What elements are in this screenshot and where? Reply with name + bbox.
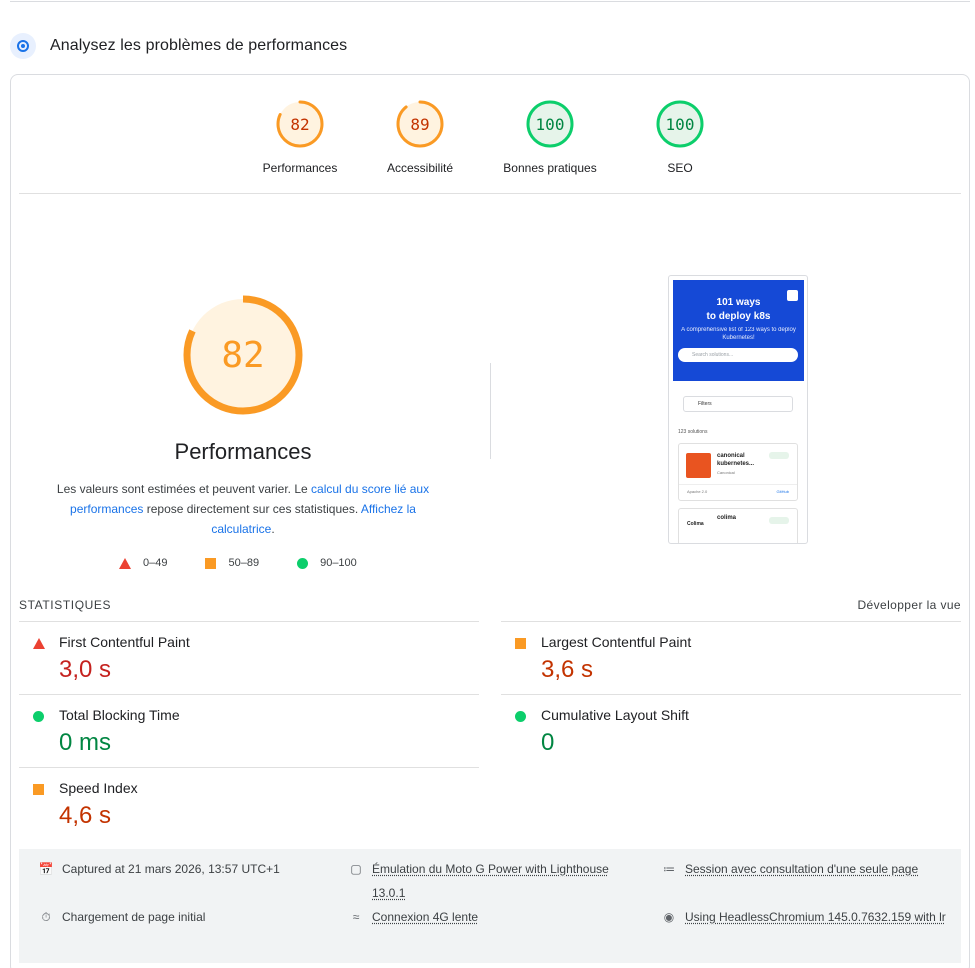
triangle-icon: [119, 557, 131, 569]
square-icon: [33, 784, 44, 795]
metric-value: 4,6 s: [59, 802, 112, 829]
section-header: Analysez les problèmes de performances: [10, 32, 347, 60]
gauge-accessibility[interactable]: 89 Accessibilité: [380, 99, 460, 175]
colima-logo-icon: Colima: [687, 521, 704, 527]
screenshot-title: 101 ways to deploy k8s: [673, 296, 804, 324]
desc-text: Les valeurs sont estimées et peuvent var…: [56, 482, 312, 496]
metric-name: Total Blocking Time: [59, 707, 180, 723]
screenshot-badge: [769, 452, 789, 459]
env-emulation[interactable]: ▢ Émulation du Moto G Power with Lightho…: [349, 857, 629, 905]
score-description: Les valeurs sont estimées et peuvent var…: [43, 479, 443, 539]
metric-fcp: First Contentful Paint 3,0 s: [19, 621, 479, 694]
env-network-text: Connexion 4G lente: [372, 910, 479, 924]
square-icon: [515, 638, 526, 649]
metric-name: First Contentful Paint: [59, 634, 190, 650]
env-browser-text: Using HeadlessChromium 145.0.7632.159 wi…: [685, 910, 946, 924]
square-icon: [205, 557, 217, 569]
lighthouse-report-card: 82 Performances 89 Accessibilité 100 Bon…: [10, 74, 970, 968]
screenshot-card-link: GitHub: [776, 489, 789, 494]
section-title: Analysez les problèmes de performances: [50, 37, 348, 54]
env-emulation-text: Émulation du Moto G Power with Lighthous…: [372, 862, 609, 900]
desc-text: repose directement sur ces statistiques.: [143, 502, 361, 516]
screenshot-card: colima Colima: [678, 508, 798, 543]
screenshot-title-line: to deploy k8s: [706, 311, 771, 322]
gauge-score: 82: [290, 114, 310, 134]
gauge-label: Accessibilité: [386, 161, 454, 175]
metric-value: 3,0 s: [59, 656, 112, 683]
legend-label: 0–49: [143, 557, 168, 569]
gauges-divider: [19, 193, 961, 194]
env-captured: 📅 Captured at 21 mars 2026, 13:57 UTC+1: [39, 857, 339, 881]
screenshot-hero: 101 ways to deploy k8s A comprehensive li…: [673, 280, 804, 381]
gauge-label: SEO: [667, 161, 693, 175]
desc-text: .: [271, 522, 275, 536]
gauge-label: Performances: [262, 161, 338, 175]
circle-icon: [515, 711, 526, 722]
score-legend: 0–49 50–89 90–100: [119, 557, 395, 569]
triangle-icon: [33, 638, 45, 649]
screenshot-card-divider: [679, 484, 797, 485]
metric-tbt: Total Blocking Time 0 ms: [19, 694, 479, 767]
screenshot-title-line: 101 ways: [716, 297, 761, 308]
gauge-score: 89: [410, 114, 430, 134]
final-screenshot[interactable]: 101 ways to deploy k8s A comprehensive li…: [668, 275, 808, 544]
env-captured-text: Captured at 21 mars 2026, 13:57 UTC+1: [62, 862, 280, 876]
expand-view-toggle[interactable]: Développer la vue: [857, 598, 961, 612]
screenshot-subtitle: A comprehensive list of 123 ways to depl…: [681, 327, 796, 341]
metric-name: Largest Contentful Paint: [541, 634, 692, 650]
chrome-icon: ◉: [663, 910, 675, 924]
devices-icon: ▢: [350, 862, 362, 876]
metric-cls: Cumulative Layout Shift 0: [501, 694, 961, 767]
gauge-score: 100: [535, 114, 565, 134]
screenshot-badge: [769, 517, 789, 524]
screenshot-card-name: colima: [717, 515, 737, 521]
screenshot-card-license: Apache 2.0: [687, 489, 708, 494]
main-title: Performances: [174, 439, 312, 464]
env-session-text: Session avec consultation d'une seule pa…: [685, 862, 919, 876]
env-network[interactable]: ≈ Connexion 4G lente: [349, 905, 629, 929]
metrics-header: STATISTIQUES Développer la vue: [19, 595, 961, 615]
metric-name: Cumulative Layout Shift: [541, 707, 689, 723]
vertical-divider: [490, 363, 491, 459]
metric-value: 3,6 s: [541, 656, 594, 683]
gauge-score: 100: [665, 114, 695, 134]
screenshot-card: canonical kubernetes... Canonical Apache…: [678, 443, 798, 501]
timer-icon: ⏱: [41, 910, 51, 924]
legend-label: 50–89: [228, 557, 260, 569]
wifi-icon: ≈: [352, 910, 360, 924]
performance-target-icon: [10, 33, 36, 59]
circle-icon: [33, 711, 44, 722]
metric-lcp: Largest Contentful Paint 3,6 s: [501, 621, 961, 694]
score-gauges: 82 Performances 89 Accessibilité 100 Bon…: [11, 99, 969, 175]
gauge-best-practices[interactable]: 100 Bonnes pratiques: [500, 99, 600, 175]
screenshot-search: Search solutions...: [678, 348, 798, 362]
env-load: ⏱ Chargement de page initial: [39, 905, 339, 929]
circle-icon: [297, 557, 309, 569]
metric-name: Speed Index: [59, 780, 138, 796]
session-icon: ≔: [663, 862, 675, 876]
metric-value: 0: [541, 729, 555, 756]
metric-si: Speed Index 4,6 s: [19, 767, 479, 840]
legend-label: 90–100: [320, 557, 357, 569]
screenshot-filter: Filters: [683, 396, 793, 412]
gauge-label: Bonnes pratiques: [503, 161, 597, 175]
top-divider: [10, 0, 970, 2]
screenshot-card-sub: Canonical: [717, 470, 735, 475]
screenshot-count: 123 solutions: [678, 429, 708, 435]
runtime-settings: 📅 Captured at 21 mars 2026, 13:57 UTC+1 …: [19, 849, 961, 963]
ubuntu-logo-icon: [686, 453, 711, 478]
gauge-performance[interactable]: 82 Performances: [260, 99, 340, 175]
metric-value: 0 ms: [59, 729, 112, 756]
performance-main-gauge: 82: [183, 295, 303, 415]
env-session[interactable]: ≔ Session avec consultation d'une seule …: [662, 857, 957, 881]
env-browser[interactable]: ◉ Using HeadlessChromium 145.0.7632.159 …: [662, 905, 957, 929]
calendar-icon: 📅: [38, 862, 54, 876]
screenshot-card-name: canonical kubernetes...: [717, 453, 755, 467]
env-load-text: Chargement de page initial: [62, 910, 206, 924]
gauge-seo[interactable]: 100 SEO: [640, 99, 720, 175]
metrics-title: STATISTIQUES: [19, 598, 112, 612]
main-score: 82: [221, 334, 265, 376]
